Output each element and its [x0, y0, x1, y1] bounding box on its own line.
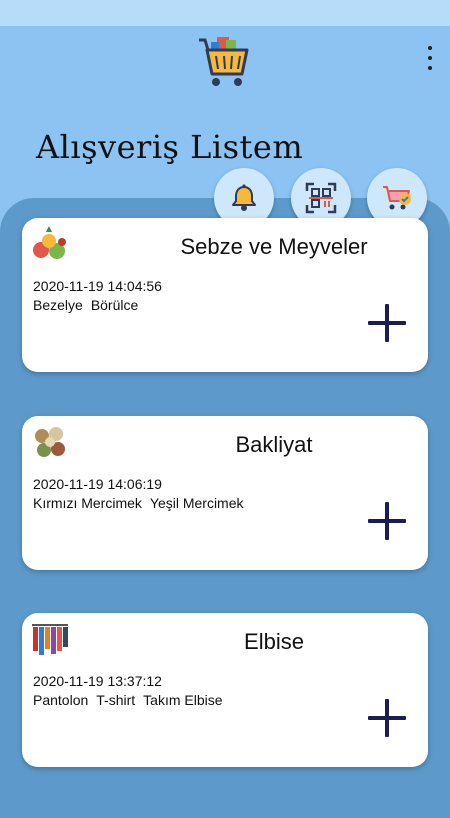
card-title: Elbise: [244, 629, 304, 654]
list-card-legumes[interactable]: Bakliyat 2020-11-19 14:06:19 Kırmızı Mer…: [22, 416, 428, 570]
qr-code-scan-icon: [305, 182, 337, 214]
add-item-button[interactable]: [368, 502, 406, 540]
item-label: Yeşil Mercimek: [149, 495, 244, 511]
item-label: Takım Elbise: [143, 692, 223, 708]
item-label: T-shirt: [96, 692, 136, 708]
card-items: Pantolon T-shirt Takım Elbise: [33, 692, 223, 708]
item-label: Bezelye: [33, 297, 83, 313]
cart-check-icon: [383, 186, 411, 210]
shopping-basket-icon: [199, 37, 249, 86]
card-date: 2020-11-19 14:06:19: [33, 476, 162, 492]
page-title: Alışveriş Listem: [36, 128, 304, 166]
more-vertical-icon[interactable]: [422, 46, 438, 70]
list-card-clothes[interactable]: Elbise 2020-11-19 13:37:12 Pantolon T-sh…: [22, 613, 428, 767]
bell-icon: [232, 184, 256, 211]
card-items: Kırmızı Mercimek Yeşil Mercimek: [33, 495, 244, 511]
item-label: Börülce: [90, 297, 139, 313]
add-item-button[interactable]: [368, 699, 406, 737]
list-card-vegetables[interactable]: Sebze ve Meyveler 2020-11-19 14:04:56 Be…: [22, 218, 428, 372]
status-bar: [0, 0, 450, 26]
add-item-button[interactable]: [368, 304, 406, 342]
card-date: 2020-11-19 13:37:12: [33, 673, 162, 689]
card-items: Bezelye Börülce: [33, 297, 138, 313]
item-label: Pantolon: [33, 692, 89, 708]
app-header: [0, 26, 450, 116]
item-label: Kırmızı Mercimek: [33, 495, 142, 511]
card-title: Sebze ve Meyveler: [180, 234, 368, 259]
card-date: 2020-11-19 14:04:56: [33, 278, 162, 294]
card-title: Bakliyat: [235, 432, 313, 457]
